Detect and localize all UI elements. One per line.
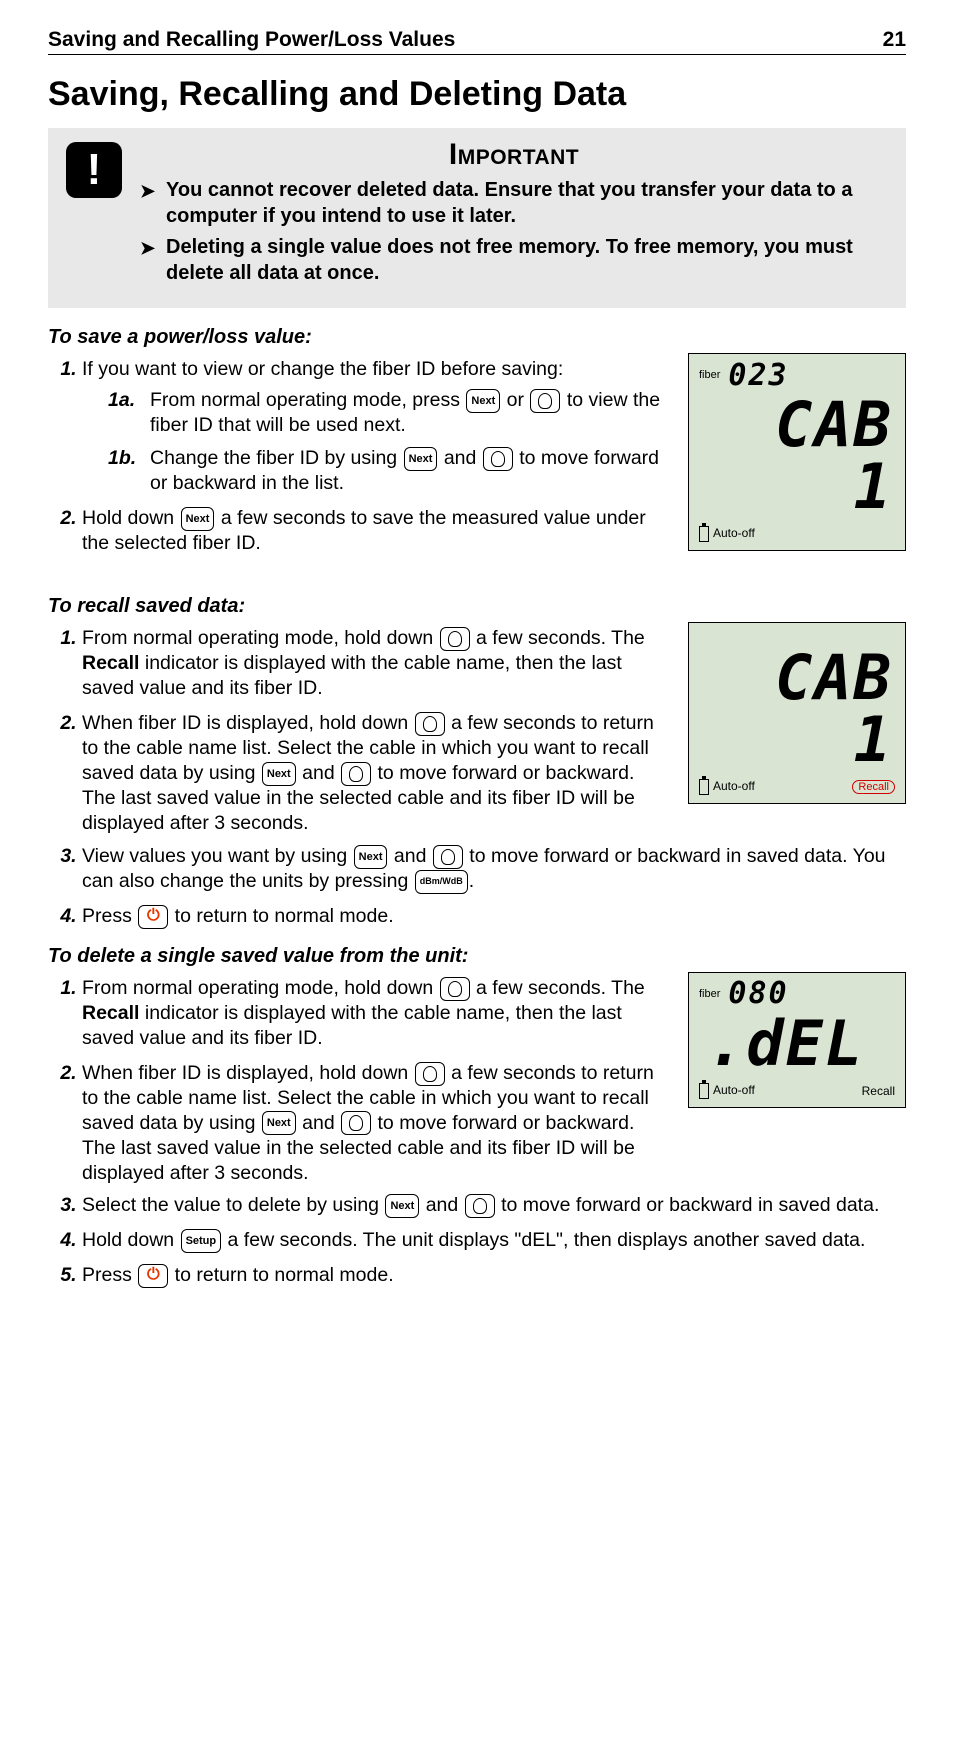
battery-icon: [699, 779, 709, 795]
lamp-key-icon: [433, 845, 463, 869]
procedure-heading-recall: To recall saved data:: [48, 595, 906, 618]
step: When fiber ID is displayed, hold down a …: [82, 1061, 668, 1186]
lcd-main-value: .dEL: [699, 1009, 895, 1079]
substep-text: Change the fiber ID by using Next and to…: [150, 446, 668, 496]
power-key-icon: ⏻: [138, 1264, 168, 1288]
power-key-icon: ⏻: [138, 905, 168, 929]
next-key-icon: Next: [262, 1111, 296, 1135]
step: From normal operating mode, hold down a …: [82, 626, 668, 701]
substep-text: From normal operating mode, press Next o…: [150, 388, 668, 438]
lcd-fiber-label: fiber: [699, 988, 720, 1000]
lamp-key-icon: [415, 1062, 445, 1086]
page-number: 21: [883, 28, 906, 52]
next-key-icon: Next: [262, 762, 296, 786]
step: Press ⏻ to return to normal mode.: [82, 904, 906, 929]
exclamation-icon: !: [66, 142, 122, 198]
step: Hold down Setup a few seconds. The unit …: [82, 1228, 906, 1253]
lcd-main-value: CAB 1: [699, 643, 895, 775]
step: View values you want by using Next and t…: [82, 844, 906, 894]
next-key-icon: Next: [354, 845, 388, 869]
lamp-key-icon: [440, 627, 470, 651]
lcd-auto-off: Auto-off: [713, 1083, 755, 1097]
lcd-main-value: CAB 1: [699, 390, 895, 522]
next-key-icon: Next: [181, 507, 215, 531]
lamp-key-icon: [465, 1194, 495, 1218]
substep-label: 1b.: [108, 446, 140, 496]
callout-item: You cannot recover deleted data. Ensure …: [140, 178, 888, 229]
step: When fiber ID is displayed, hold down a …: [82, 711, 668, 836]
lamp-key-icon: [341, 762, 371, 786]
lcd-recall-indicator: Recall: [862, 1084, 895, 1098]
running-header: Saving and Recalling Power/Loss Values 2…: [48, 28, 906, 55]
lamp-key-icon: [440, 977, 470, 1001]
callout-item: Deleting a single value does not free me…: [140, 235, 888, 286]
setup-key-icon: Setup: [181, 1229, 222, 1253]
step: If you want to view or change the fiber …: [82, 357, 668, 496]
lamp-key-icon: [341, 1111, 371, 1135]
lcd-display-delete: fiber 080 .dEL Auto-off Recall: [688, 972, 906, 1108]
step: Select the value to delete by using Next…: [82, 1193, 906, 1218]
section-title: Saving, Recalling and Deleting Data: [48, 75, 906, 114]
callout-heading: Important: [140, 138, 888, 172]
lcd-fiber-label: fiber: [699, 369, 720, 381]
next-key-icon: Next: [385, 1194, 419, 1218]
lamp-key-icon: [415, 712, 445, 736]
header-title: Saving and Recalling Power/Loss Values: [48, 28, 455, 52]
lcd-recall-indicator: Recall: [852, 780, 895, 794]
lcd-display-recall: CAB 1 Auto-off Recall: [688, 622, 906, 804]
procedure-heading-delete: To delete a single saved value from the …: [48, 945, 906, 968]
dbm-key-icon: dBm/WdB: [415, 870, 468, 894]
substep-label: 1a.: [108, 388, 140, 438]
lamp-key-icon: [483, 447, 513, 471]
step: Hold down Next a few seconds to save the…: [82, 506, 668, 556]
battery-icon: [699, 526, 709, 542]
important-callout: ! Important You cannot recover deleted d…: [48, 128, 906, 308]
step: Press ⏻ to return to normal mode.: [82, 1263, 906, 1288]
next-key-icon: Next: [466, 389, 500, 413]
next-key-icon: Next: [404, 447, 438, 471]
step: From normal operating mode, hold down a …: [82, 976, 668, 1051]
battery-icon: [699, 1083, 709, 1099]
lamp-key-icon: [530, 389, 560, 413]
lcd-auto-off: Auto-off: [713, 527, 755, 541]
lcd-display-save: fiber 023 CAB 1 Auto-off: [688, 353, 906, 551]
lcd-auto-off: Auto-off: [713, 780, 755, 794]
procedure-heading-save: To save a power/loss value:: [48, 326, 906, 349]
